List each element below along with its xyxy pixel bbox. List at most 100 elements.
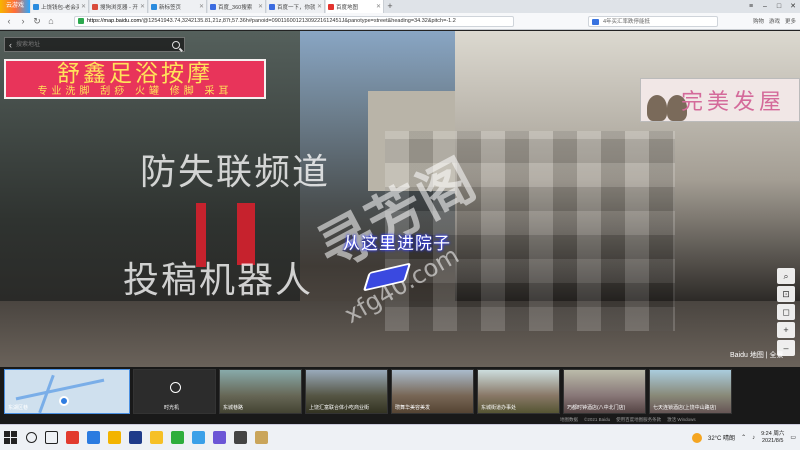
tab-4[interactable]: 百度_360搜索 ✕ (208, 0, 266, 13)
close-window-button[interactable]: ✕ (786, 0, 800, 13)
thumb-caption: 东城巷路 (223, 405, 244, 411)
system-tray: 32°C 晴朗 ⌃ ♪ 9:24 周六 2021/8/5 ▭ (691, 431, 796, 445)
home-button[interactable]: ⌂ (46, 16, 56, 26)
minimap-thumbnail[interactable]: 东湖区巷 (4, 369, 130, 414)
nav-hint-label[interactable]: 从这里进院子 (343, 229, 451, 254)
url-text[interactable]: https://map.baidu.com/@12541943.74,32421… (87, 18, 456, 24)
tab-3[interactable]: 新标签页 ✕ (149, 0, 207, 13)
footer-item[interactable]: 使用百度地图服务条款 (616, 416, 661, 424)
footer-item: 激活 Windows (667, 417, 696, 422)
network-icon[interactable]: ⌃ (741, 434, 746, 441)
tab-6-active[interactable]: 百度地图 ✕ (326, 0, 384, 13)
thumb-caption: 时光机 (164, 405, 180, 411)
notification-icon[interactable]: ▭ (790, 434, 796, 441)
clock-icon (170, 382, 181, 393)
panorama-filmstrip: 东湖区巷 时光机 东城巷路 上饶汇富联合体小吃商业街 瓒舞华美容美发 东城街道办… (0, 367, 800, 416)
panorama-search-bar: ‹ (4, 37, 185, 52)
ie-icon[interactable] (87, 431, 100, 444)
tab-title: 百度_360搜索 (218, 4, 253, 11)
thumb-caption: 上饶汇富联合体小吃商业街 (309, 405, 370, 411)
location-marker-icon (59, 396, 69, 406)
tab-favicon (269, 3, 275, 10)
games-link[interactable]: 游戏 (769, 17, 780, 25)
thumb-caption: 东湖区巷 (8, 405, 29, 411)
street-thumbnail[interactable]: 上饶汇富联合体小吃商业街 (305, 369, 388, 414)
tab-favicon (92, 3, 98, 10)
tab-title: 新标签页 (159, 4, 182, 11)
footer-item[interactable]: 地图数据 (560, 416, 578, 424)
search-input[interactable] (16, 38, 168, 51)
screenshot-tool-button[interactable]: ⊡ (777, 286, 795, 302)
shop-sign-salon-text: 完美发屋 (681, 90, 786, 115)
app-icon[interactable] (255, 431, 268, 444)
volume-icon[interactable]: ♪ (752, 435, 755, 441)
browser-logo[interactable]: 云游戏 (0, 0, 30, 13)
windows-taskbar: 32°C 晴朗 ⌃ ♪ 9:24 周六 2021/8/5 ▭ (0, 424, 800, 450)
search-tool-button[interactable]: ⌕ (777, 268, 795, 284)
minimize-button[interactable]: – (758, 0, 772, 13)
tab-close-icon[interactable]: ✕ (81, 3, 86, 10)
weather-text[interactable]: 32°C 晴朗 (708, 433, 735, 442)
thumb-caption: 巧都时钟酒店(八中北门店) (567, 405, 626, 411)
app-icon[interactable] (213, 431, 226, 444)
back-button[interactable]: ‹ (4, 16, 14, 26)
back-arrow-icon[interactable]: ‹ (9, 40, 12, 50)
watermark-text-1: 防失联频道 (140, 152, 331, 193)
tab-title: 搜狗浏览器 - 开启网络安全新时代 (100, 4, 138, 11)
tab-close-icon[interactable]: ✕ (199, 3, 204, 10)
browser-search-box[interactable]: 4年买汇率跌停能抵 (588, 15, 718, 27)
tab-close-icon[interactable]: ✕ (258, 3, 263, 10)
menu-icon[interactable]: ≡ (744, 0, 758, 13)
system-clock[interactable]: 9:24 周六 2021/8/5 (761, 431, 784, 445)
refresh-button[interactable]: ↻ (32, 16, 42, 27)
street-thumbnail[interactable]: 巧都时钟酒店(八中北门店) (563, 369, 646, 414)
map-footer: 地图数据 ©2021 Baidu 使用百度地图服务条款 激活 Windows (0, 416, 800, 424)
face-picture (647, 95, 667, 121)
task-view-icon[interactable] (45, 431, 58, 444)
tab-favicon (210, 3, 216, 10)
url-field[interactable]: https://map.baidu.com/@12541943.74,32421… (74, 15, 514, 27)
search-icon[interactable] (26, 432, 37, 443)
fullscreen-tool-button[interactable]: ◻ (777, 304, 795, 320)
weather-sun-icon (691, 432, 702, 443)
wechat-icon[interactable] (171, 431, 184, 444)
shop-sign-subtitle: 专业洗脚 刮痧 火罐 修脚 采耳 (37, 85, 233, 97)
tab-close-icon[interactable]: ✕ (140, 3, 145, 10)
street-thumbnail[interactable]: 东城巷路 (219, 369, 302, 414)
app-icon[interactable] (192, 431, 205, 444)
new-tab-button[interactable]: + (384, 0, 396, 13)
maximize-button[interactable]: □ (772, 0, 786, 13)
tab-2[interactable]: 搜狗浏览器 - 开启网络安全新时代✕ (90, 0, 148, 13)
thumb-caption: 瓒舞华美容美发 (395, 405, 431, 411)
tab-1[interactable]: 上饶钱包-老会买网投网投专业✕ (31, 0, 89, 13)
street-thumbnail[interactable]: 东城街道办事处 (477, 369, 560, 414)
tab-5[interactable]: 百度一下，你就知道✕ (267, 0, 325, 13)
tab-title: 百度地图 (336, 4, 359, 11)
baidu-map-logo: Baidu 地图 | 全景 (730, 352, 784, 359)
folder-icon[interactable] (150, 431, 163, 444)
browser-tabbar: 云游戏 上饶钱包-老会买网投网投专业✕ 搜狗浏览器 - 开启网络安全新时代✕ 新… (0, 0, 800, 13)
shop-sign-title: 舒鑫足浴按摩 (57, 60, 213, 87)
photoshop-icon[interactable] (129, 431, 142, 444)
app-icon[interactable] (234, 431, 247, 444)
zoom-in-button[interactable]: + (777, 322, 795, 338)
tab-close-icon[interactable]: ✕ (376, 3, 381, 10)
shopping-link[interactable]: 购物 (753, 17, 764, 25)
windows-start-icon[interactable] (4, 430, 18, 445)
chrome-icon[interactable] (108, 431, 121, 444)
street-thumbnail[interactable]: 瓒舞华美容美发 (391, 369, 474, 414)
search-icon[interactable] (172, 40, 180, 49)
tab-favicon (328, 3, 334, 10)
street-view-panorama[interactable]: 舒鑫足浴按摩 专业洗脚 刮痧 火罐 修脚 采耳 完美发屋 防失联频道 投稿机器人… (0, 31, 800, 367)
street-thumbnail[interactable]: 七天连锁酒店(上饶中山路店) (649, 369, 732, 414)
more-link[interactable]: 更多 (785, 17, 796, 25)
time-machine-thumbnail[interactable]: 时光机 (133, 369, 216, 414)
forward-button[interactable]: › (18, 16, 28, 26)
thumb-caption: 东城街道办事处 (481, 405, 517, 411)
address-bar: ‹ › ↻ ⌂ https://map.baidu.com/@12541943.… (0, 13, 800, 30)
window-controls: ≡ – □ ✕ (744, 0, 800, 13)
shop-sign-salon: 完美发屋 (640, 78, 800, 122)
lock-icon (78, 18, 84, 24)
app-icon[interactable] (66, 431, 79, 444)
tab-close-icon[interactable]: ✕ (317, 3, 322, 10)
